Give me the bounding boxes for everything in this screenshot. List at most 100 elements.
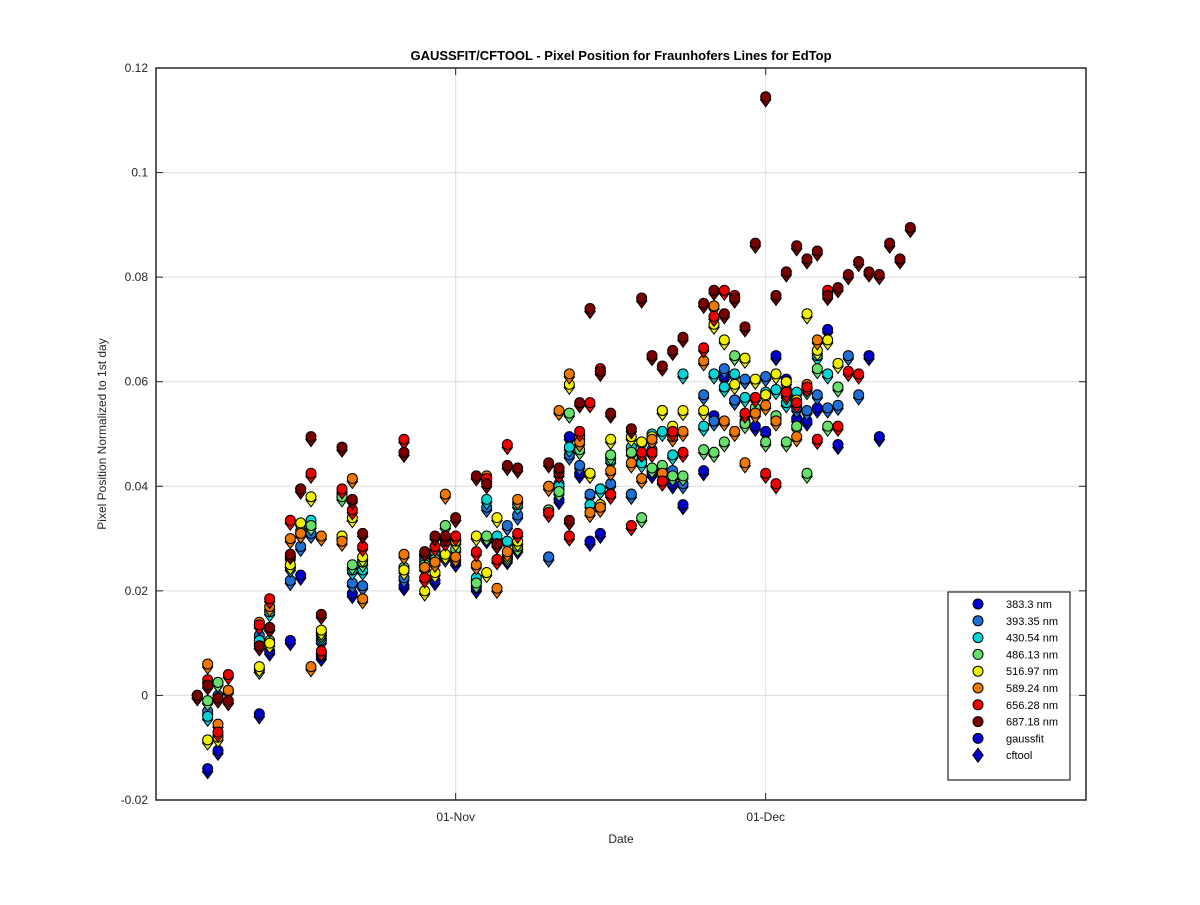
legend-label: 486.13 nm <box>1006 649 1058 661</box>
gaussfit-point <box>625 488 637 500</box>
gaussfit-point <box>315 624 327 636</box>
gaussfit-point <box>305 491 317 503</box>
gaussfit-point <box>749 237 761 249</box>
gaussfit-point <box>594 365 606 377</box>
x-tick-label: 01-Nov <box>436 810 475 824</box>
gaussfit-point <box>605 407 617 419</box>
gaussfit-point <box>563 530 575 542</box>
gaussfit-point <box>284 533 296 545</box>
legend-label: cftool <box>1006 750 1032 762</box>
gaussfit-point <box>770 350 782 362</box>
gaussfit-point <box>863 266 875 278</box>
gaussfit-point <box>594 501 606 513</box>
gaussfit-point <box>501 459 513 471</box>
gaussfit-point <box>780 376 792 388</box>
gaussfit-point <box>563 407 575 419</box>
gaussfit-point <box>398 446 410 458</box>
gaussfit-point <box>718 381 730 393</box>
gaussfit-point <box>553 404 565 416</box>
gaussfit-point <box>553 462 565 474</box>
gaussfit-point <box>811 334 823 346</box>
gaussfit-point <box>646 462 658 474</box>
gaussfit-point <box>749 373 761 385</box>
gaussfit-point <box>791 240 803 252</box>
gaussfit-point <box>832 381 844 393</box>
gaussfit-point <box>677 331 689 343</box>
gaussfit-point <box>419 572 431 584</box>
gaussfit-point <box>873 431 885 443</box>
gaussfit-point <box>481 567 493 579</box>
legend: 383.3 nm 393.35 nm 430.54 nm 486.13 nm 516.9… <box>947 591 1071 781</box>
gaussfit-point <box>873 269 885 281</box>
gaussfit-point <box>718 308 730 320</box>
gaussfit-point <box>357 580 369 592</box>
gaussfit-point <box>419 546 431 558</box>
y-tick-label: 0.02 <box>125 584 149 598</box>
gaussfit-point <box>470 470 482 482</box>
gaussfit-point <box>770 478 782 490</box>
y-tick-label: 0 <box>141 688 148 702</box>
gaussfit-point <box>677 404 689 416</box>
gaussfit-point <box>429 530 441 542</box>
gaussfit-point <box>253 640 265 652</box>
gaussfit-point <box>760 91 772 103</box>
gaussfit-point <box>625 457 637 469</box>
gaussfit-point <box>501 438 513 450</box>
gaussfit-point <box>315 530 327 542</box>
gaussfit-point <box>760 467 772 479</box>
gaussfit-point <box>801 253 813 265</box>
gaussfit-point <box>605 465 617 477</box>
gaussfit-point <box>729 292 741 304</box>
gaussfit-point <box>636 446 648 458</box>
gaussfit-point <box>708 284 720 296</box>
gaussfit-point <box>202 763 214 775</box>
gaussfit-point <box>760 399 772 411</box>
gaussfit-point <box>708 300 720 312</box>
gaussfit-point <box>636 512 648 524</box>
y-tick-label: 0.04 <box>125 479 149 493</box>
gaussfit-point <box>832 282 844 294</box>
gaussfit-point <box>718 334 730 346</box>
gaussfit-point <box>667 449 679 461</box>
gaussfit-point <box>698 342 710 354</box>
plot-area <box>156 68 1086 800</box>
gaussfit-point <box>543 551 555 563</box>
gaussfit-point <box>718 284 730 296</box>
legend-marker <box>972 699 984 711</box>
gaussfit-point <box>904 221 916 233</box>
gaussfit-point <box>718 436 730 448</box>
gaussfit-point <box>305 520 317 531</box>
gaussfit-point <box>729 350 741 362</box>
gaussfit-point <box>305 661 317 673</box>
gaussfit-point <box>708 310 720 322</box>
gaussfit-point <box>346 472 358 484</box>
gaussfit-point <box>801 404 813 416</box>
gaussfit-point <box>439 530 451 542</box>
gaussfit-point <box>543 506 555 518</box>
gaussfit-point <box>656 475 668 487</box>
gaussfit-point <box>284 635 296 647</box>
gaussfit-point <box>739 457 751 469</box>
gaussfit-point <box>760 389 772 401</box>
y-axis-label: Pixel Position Normalized to 1st day <box>95 338 109 529</box>
gaussfit-point <box>646 433 658 445</box>
gaussfit-point <box>729 425 741 437</box>
gaussfit-point <box>832 438 844 450</box>
gaussfit-point <box>791 397 803 409</box>
legend-marker <box>972 615 984 627</box>
gaussfit-point <box>563 441 575 453</box>
gaussfit-point <box>253 708 265 720</box>
y-tick-label: -0.02 <box>121 793 149 807</box>
legend-label: 589.24 nm <box>1006 683 1058 695</box>
gaussfit-point <box>822 323 834 335</box>
gaussfit-point <box>584 397 596 409</box>
y-tick-label: 0.06 <box>125 375 149 389</box>
gaussfit-point <box>419 561 431 573</box>
gaussfit-point <box>729 394 741 406</box>
gaussfit-point <box>481 493 493 505</box>
gaussfit-point <box>481 478 493 490</box>
legend-label: 430.54 nm <box>1006 633 1058 645</box>
gaussfit-point <box>470 577 482 589</box>
gaussfit-point <box>491 538 503 550</box>
gaussfit-point <box>646 350 658 362</box>
